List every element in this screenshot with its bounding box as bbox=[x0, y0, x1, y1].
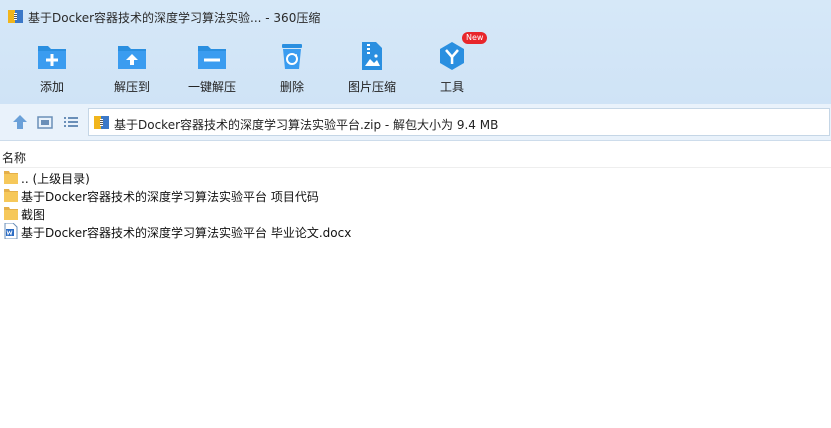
zip-file-icon bbox=[94, 116, 109, 129]
delete-button[interactable]: 删除 bbox=[252, 36, 332, 100]
new-badge: New bbox=[462, 32, 488, 44]
title-bar: 基于Docker容器技术的深度学习算法实验... - 360压缩 bbox=[0, 0, 831, 34]
image-compress-icon bbox=[362, 42, 382, 70]
image-compress-button[interactable]: 图片压缩 bbox=[332, 36, 412, 100]
delete-label: 删除 bbox=[279, 80, 304, 94]
archive-app-icon bbox=[8, 10, 23, 23]
file-name: 截图 bbox=[21, 208, 46, 222]
list-item[interactable]: 基于Docker容器技术的深度学习算法实验平台 项目代码 bbox=[0, 186, 831, 204]
address-bar[interactable]: 基于Docker容器技术的深度学习算法实验平台.zip - 解包大小为 9.4 … bbox=[88, 108, 830, 136]
tools-button[interactable]: New 工具 bbox=[412, 32, 492, 100]
list-item-parent-directory[interactable]: .. (上级目录) bbox=[0, 168, 831, 186]
delete-icon bbox=[282, 44, 302, 69]
list-item[interactable]: 基于Docker容器技术的深度学习算法实验平台 毕业论文.docx bbox=[0, 222, 831, 240]
folder-icon bbox=[4, 189, 18, 202]
add-button[interactable]: 添加 bbox=[12, 36, 92, 100]
app-window: 基于Docker容器技术的深度学习算法实验... - 360压缩 添加 解压到 bbox=[0, 0, 831, 428]
folder-icon bbox=[4, 171, 18, 184]
one-click-extract-icon bbox=[198, 46, 226, 69]
add-label: 添加 bbox=[39, 80, 64, 94]
up-arrow-icon[interactable] bbox=[11, 113, 29, 131]
window-title: 基于Docker容器技术的深度学习算法实验... - 360压缩 bbox=[28, 11, 321, 25]
list-item[interactable]: 截图 bbox=[0, 204, 831, 222]
extract-to-button[interactable]: 解压到 bbox=[92, 36, 172, 100]
extract-to-label: 解压到 bbox=[113, 80, 150, 94]
image-compress-label: 图片压缩 bbox=[347, 80, 396, 94]
file-name: 基于Docker容器技术的深度学习算法实验平台 项目代码 bbox=[21, 190, 319, 204]
tools-label: 工具 bbox=[439, 80, 464, 94]
file-list: .. (上级目录) 基于Docker容器技术的深度学习算法实验平台 项目代码 截… bbox=[0, 168, 831, 240]
list-view-icon[interactable] bbox=[62, 113, 80, 131]
add-icon bbox=[38, 46, 66, 69]
thumbnail-view-icon[interactable] bbox=[36, 113, 54, 131]
one-click-extract-label: 一键解压 bbox=[187, 80, 236, 94]
extract-to-icon bbox=[118, 46, 146, 69]
tools-icon bbox=[440, 42, 464, 70]
list-header: 名称 bbox=[0, 145, 831, 168]
file-name: .. (上级目录) bbox=[21, 172, 90, 186]
main-toolbar: 添加 解压到 一键解压 删除 图片压缩 New 工具 bbox=[0, 32, 831, 102]
folder-icon bbox=[4, 207, 18, 220]
address-path: 基于Docker容器技术的深度学习算法实验平台.zip - 解包大小为 9.4 … bbox=[114, 118, 499, 132]
one-click-extract-button[interactable]: 一键解压 bbox=[172, 36, 252, 100]
address-row: 基于Docker容器技术的深度学习算法实验平台.zip - 解包大小为 9.4 … bbox=[0, 104, 831, 141]
column-header-name[interactable]: 名称 bbox=[2, 149, 26, 166]
file-name: 基于Docker容器技术的深度学习算法实验平台 毕业论文.docx bbox=[21, 226, 352, 240]
word-document-icon bbox=[4, 223, 18, 239]
